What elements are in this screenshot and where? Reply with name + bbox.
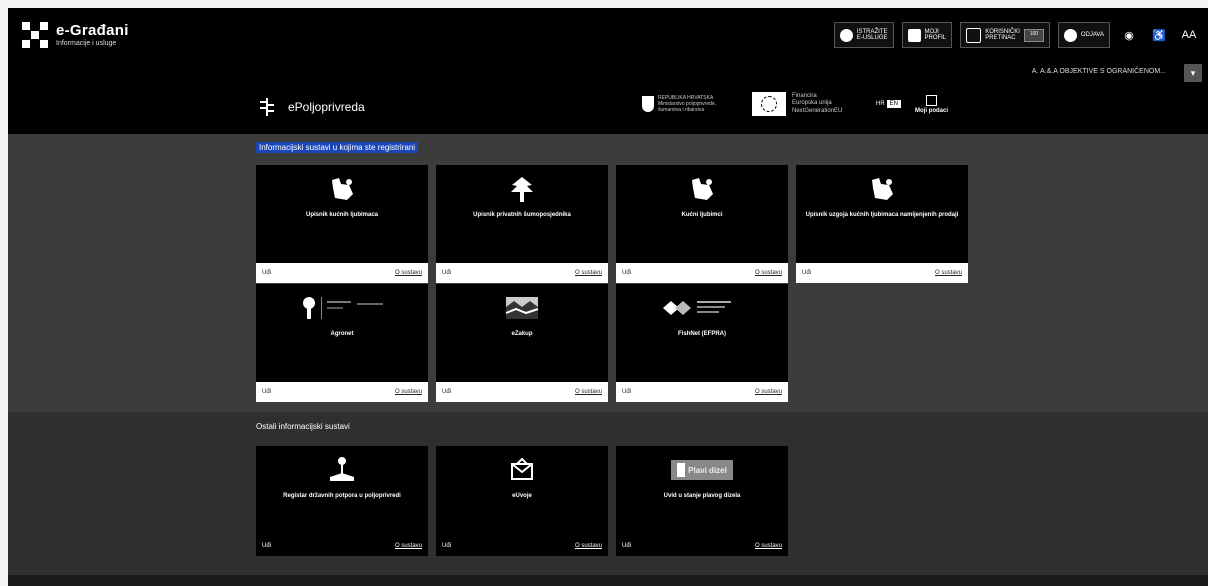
enter-link[interactable]: Uđi — [262, 543, 271, 549]
system-card[interactable]: eUvoje Uđi O sustavu — [436, 446, 608, 556]
logout-icon — [1063, 28, 1077, 42]
about-link[interactable]: O sustavu — [575, 270, 602, 276]
explore-services-button[interactable]: ISTRAŽITE E-USLUGE — [833, 22, 894, 48]
logo-title: e-Građani — [56, 22, 129, 39]
chevron-down-icon[interactable]: ▾ — [1184, 64, 1202, 82]
lang-hr[interactable]: HR — [876, 101, 885, 107]
eye-icon[interactable]: ◉ — [1118, 24, 1140, 46]
section-title: Ostali informacijski sustavi — [256, 422, 350, 431]
logo-subtitle: Informacije i usluge — [56, 40, 117, 47]
enter-link[interactable]: Uđi — [442, 389, 451, 395]
user-bar: A. A.&.A OBJEKTIVE S OGRANIČENOM... ▾ — [8, 62, 1208, 84]
app-header: ePoljoprivreda REPUBLIKA HRVATSKA Minist… — [8, 84, 1208, 134]
enter-link[interactable]: Uđi — [442, 270, 451, 276]
enter-link[interactable]: Uđi — [622, 389, 631, 395]
section-title: Informacijski sustavi u kojima ste regis… — [256, 142, 419, 153]
inbox-count-badge: 100 — [1023, 28, 1044, 42]
inbox-button[interactable]: KORISNIČKI PRETINAC 100 — [960, 22, 1050, 48]
plant-icon — [256, 452, 428, 488]
fuel-icon: Plavi dizel — [616, 452, 788, 488]
about-link[interactable]: O sustavu — [755, 543, 782, 549]
eu-logo: Financira Europska unija NextGenerationE… — [752, 92, 870, 116]
about-link[interactable]: O sustavu — [755, 270, 782, 276]
about-link[interactable]: O sustavu — [395, 389, 422, 395]
enter-link[interactable]: Uđi — [262, 270, 271, 276]
enter-link[interactable]: Uđi — [622, 270, 631, 276]
about-link[interactable]: O sustavu — [935, 270, 962, 276]
system-card[interactable]: Plavi dizel Uvid u stanje plavog dizela … — [616, 446, 788, 556]
eu-flag-icon — [752, 92, 786, 116]
lang-en[interactable]: EN — [886, 100, 902, 108]
about-link[interactable]: O sustavu — [575, 389, 602, 395]
dog-icon — [616, 171, 788, 207]
system-card[interactable]: Upisnik privatnih šumoposjednika Uđi O su… — [436, 165, 608, 283]
globe-icon — [839, 28, 853, 42]
app-name: ePoljoprivreda — [288, 100, 365, 114]
egradjani-logo[interactable]: e-Građani Informacije i usluge — [22, 22, 129, 48]
app-brand[interactable]: ePoljoprivreda — [256, 96, 365, 118]
fuel-badge: Plavi dizel — [688, 465, 727, 475]
ministry-logo: REPUBLIKA HRVATSKA Ministarstvo poljopri… — [642, 95, 742, 113]
enter-link[interactable]: Uđi — [622, 543, 631, 549]
about-link[interactable]: O sustavu — [395, 270, 422, 276]
accessibility-icon[interactable]: ♿ — [1148, 24, 1170, 46]
user-name: A. A.&.A OBJEKTIVE S OGRANIČENOM... — [1031, 68, 1166, 75]
system-card[interactable]: Registar državnih potpora u poljoprivred… — [256, 446, 428, 556]
system-card[interactable]: FishNet (EFPRA) Uđi O sustavu — [616, 284, 788, 402]
coat-of-arms-icon — [642, 96, 654, 112]
about-link[interactable]: O sustavu — [755, 389, 782, 395]
registered-systems-section: Informacijski sustavi u kojima ste regis… — [8, 134, 1208, 412]
profile-icon — [907, 28, 921, 42]
top-bar: e-Građani Informacije i usluge ISTRAŽITE… — [8, 8, 1208, 62]
system-card[interactable]: Agronet Uđi O sustavu — [256, 284, 428, 402]
about-link[interactable]: O sustavu — [395, 543, 422, 549]
enter-link[interactable]: Uđi — [802, 270, 811, 276]
system-card[interactable]: Upisnik uzgoja kućnih ljubimaca namijenj… — [796, 165, 968, 283]
system-card[interactable]: Kućni ljubimci Uđi O sustavu — [616, 165, 788, 283]
language-switcher[interactable]: HR EN — [876, 100, 902, 108]
inbox-icon — [966, 27, 982, 43]
agronet-icon — [256, 290, 428, 326]
enter-link[interactable]: Uđi — [442, 543, 451, 549]
dog-icon — [796, 171, 968, 207]
logo-mark-icon — [22, 22, 48, 48]
dog-icon — [256, 171, 428, 207]
wheat-icon — [256, 96, 278, 118]
system-card[interactable]: Upisnik kućnih ljubimaca Uđi O sustavu — [256, 165, 428, 283]
fish-icon — [616, 290, 788, 326]
enter-link[interactable]: Uđi — [262, 389, 271, 395]
text-size-button[interactable]: AA — [1178, 24, 1200, 46]
tree-icon — [436, 171, 608, 207]
bottom-section — [8, 575, 1208, 586]
system-card[interactable]: eZakup Uđi O sustavu — [436, 284, 608, 402]
my-profile-button[interactable]: MOJI PROFIL — [901, 22, 953, 48]
about-link[interactable]: O sustavu — [575, 543, 602, 549]
my-data-link[interactable]: Moji podaci — [915, 94, 948, 114]
logout-button[interactable]: ODJAVA — [1057, 22, 1110, 48]
other-systems-section: Ostali informacijski sustavi Registar dr… — [8, 412, 1208, 575]
user-card-icon — [926, 94, 938, 106]
landscape-icon — [436, 290, 608, 326]
mail-icon — [436, 452, 608, 488]
